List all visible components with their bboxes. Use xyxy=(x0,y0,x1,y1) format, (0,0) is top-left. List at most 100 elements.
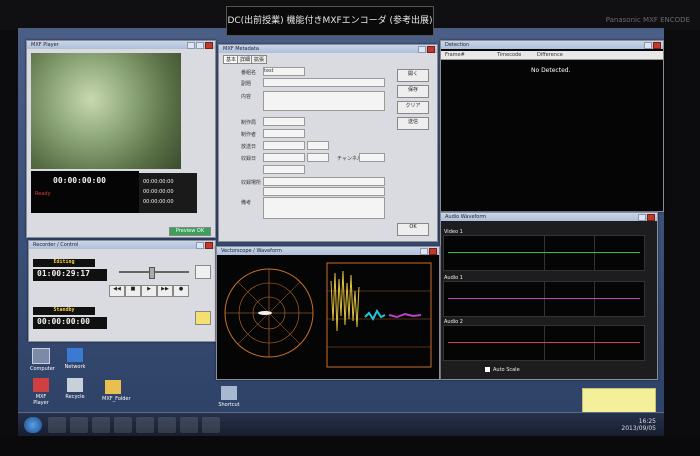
red-trace xyxy=(448,342,640,343)
desktop-icon-network[interactable]: Network xyxy=(64,348,86,370)
waveform-title: Audio Waveform xyxy=(445,214,487,220)
desktop-icon-folder[interactable]: MXF_Folder xyxy=(102,380,131,402)
minimize-icon[interactable] xyxy=(644,42,652,49)
recorder-title: Recorder / Control xyxy=(33,242,79,248)
desktop-icon-label: MXF Player xyxy=(33,394,49,406)
record-date-field[interactable] xyxy=(263,153,305,162)
magenta-trace xyxy=(388,312,422,319)
field-label: 収録場所 xyxy=(241,180,262,186)
mode-indicator: Editing xyxy=(33,259,95,267)
metadata-title: MXF Metadata xyxy=(223,46,259,52)
open-button[interactable]: 開く xyxy=(397,69,429,82)
close-icon[interactable] xyxy=(647,214,655,221)
desktop-icon-computer[interactable]: Computer xyxy=(30,348,55,372)
transport-ff-button[interactable]: ▶▶ xyxy=(157,285,173,297)
recorder-titlebar[interactable]: Recorder / Control xyxy=(29,241,215,249)
broadcast-date-field[interactable] xyxy=(263,141,305,150)
close-icon[interactable] xyxy=(429,248,437,255)
field-label: 制作局 xyxy=(241,120,257,126)
minimize-icon[interactable] xyxy=(418,46,426,53)
close-icon[interactable] xyxy=(205,242,213,249)
program-name-field[interactable]: test xyxy=(263,67,305,76)
taskbar-app-recorder[interactable] xyxy=(114,417,132,433)
waveform-titlebar[interactable]: Audio Waveform xyxy=(441,213,657,221)
detection-titlebar[interactable]: Detection xyxy=(441,41,663,49)
jog-slider-thumb[interactable] xyxy=(149,267,155,279)
field-label: 制作者 xyxy=(241,132,257,138)
location2-field[interactable] xyxy=(263,187,385,196)
transport-rec-button[interactable]: ● xyxy=(173,285,189,297)
desktop-icon-shortcut[interactable]: Shortcut xyxy=(218,386,240,408)
close-icon[interactable] xyxy=(653,42,661,49)
eject-button[interactable] xyxy=(195,265,211,279)
section-label: Video 1 xyxy=(444,229,463,235)
column-header[interactable]: Timecode xyxy=(497,52,521,58)
network-icon xyxy=(67,348,83,362)
close-icon[interactable] xyxy=(205,42,213,49)
player-timecode: 00:00:00:00 xyxy=(53,176,106,185)
minimize-icon[interactable] xyxy=(420,248,428,255)
waveform-row-audio2: Audio 2 xyxy=(443,319,645,361)
clock-time: 16:25 xyxy=(638,418,656,425)
taskbar-app-ie[interactable] xyxy=(48,417,66,433)
cue-button[interactable] xyxy=(195,311,211,325)
desktop-icon-label: Shortcut xyxy=(218,402,240,408)
producer-field[interactable] xyxy=(263,129,305,138)
minimize-icon[interactable] xyxy=(196,242,204,249)
ok-button[interactable]: OK xyxy=(397,223,429,236)
notes-field[interactable] xyxy=(263,197,385,219)
desktop-icon-player[interactable]: MXF Player xyxy=(30,378,52,406)
minimize-icon[interactable] xyxy=(187,42,195,49)
monitor-bezel-bottom xyxy=(0,436,700,456)
scope-window: Vectorscope / Waveform xyxy=(216,246,440,380)
preview-ok-button[interactable]: Preview OK xyxy=(169,227,211,236)
broadcast-time-field[interactable] xyxy=(307,141,329,150)
transport-rewind-button[interactable]: ◀◀ xyxy=(109,285,125,297)
send-button[interactable]: 送信 xyxy=(397,117,429,130)
player-status: Ready xyxy=(35,191,51,197)
clear-button[interactable]: クリア xyxy=(397,101,429,114)
vectorscope xyxy=(224,268,314,358)
auto-scale-label: Auto Scale xyxy=(493,367,520,373)
taskbar-app-metadata[interactable] xyxy=(136,417,154,433)
record-timecode: 01:00:29:17 xyxy=(33,269,107,281)
taskbar-app-explorer[interactable] xyxy=(70,417,88,433)
subtitle-field[interactable] xyxy=(263,78,385,87)
cyan-trace xyxy=(364,309,386,321)
auto-scale-checkbox[interactable] xyxy=(485,367,490,372)
minimize-icon[interactable] xyxy=(638,214,646,221)
desktop-icon-recycle[interactable]: Recycle xyxy=(64,378,86,400)
tab-extended[interactable]: 拡張 xyxy=(251,55,267,64)
channel-field[interactable] xyxy=(359,153,385,162)
taskbar-app-waveform[interactable] xyxy=(180,417,198,433)
metadata-titlebar[interactable]: MXF Metadata xyxy=(219,45,437,53)
save-button[interactable]: 保存 xyxy=(397,85,429,98)
transport-play-button[interactable]: ▶ xyxy=(141,285,157,297)
waveform-monitor xyxy=(326,262,432,368)
desktop-icon-label: Computer xyxy=(30,366,55,372)
player-app-icon xyxy=(33,378,49,392)
taskbar-app-player[interactable] xyxy=(92,417,110,433)
folder-icon xyxy=(105,380,121,394)
taskbar-clock[interactable]: 16:25 2013/09/05 xyxy=(621,418,656,432)
content-field[interactable] xyxy=(263,91,385,111)
column-header[interactable]: Difference xyxy=(537,52,563,58)
station-field[interactable] xyxy=(263,117,305,126)
transport-stop-button[interactable]: ■ xyxy=(125,285,141,297)
taskbar-app-scope[interactable] xyxy=(158,417,176,433)
location-field[interactable] xyxy=(263,177,385,186)
green-trace xyxy=(448,252,640,253)
detection-header: Frame# Timecode Difference xyxy=(441,51,663,60)
column-header[interactable]: Frame# xyxy=(445,52,465,58)
magenta-trace xyxy=(448,298,640,299)
waveform-row-audio1: Audio 1 xyxy=(443,275,645,317)
start-button[interactable] xyxy=(24,417,42,433)
maximize-icon[interactable] xyxy=(196,42,204,49)
player-titlebar[interactable]: MXF Player xyxy=(27,41,215,49)
scope-titlebar[interactable]: Vectorscope / Waveform xyxy=(217,247,439,255)
shortcut-icon xyxy=(221,386,237,400)
record-time-field[interactable] xyxy=(307,153,329,162)
close-icon[interactable] xyxy=(427,46,435,53)
taskbar-app-detect[interactable] xyxy=(202,417,220,433)
record-end-field[interactable] xyxy=(263,165,305,174)
